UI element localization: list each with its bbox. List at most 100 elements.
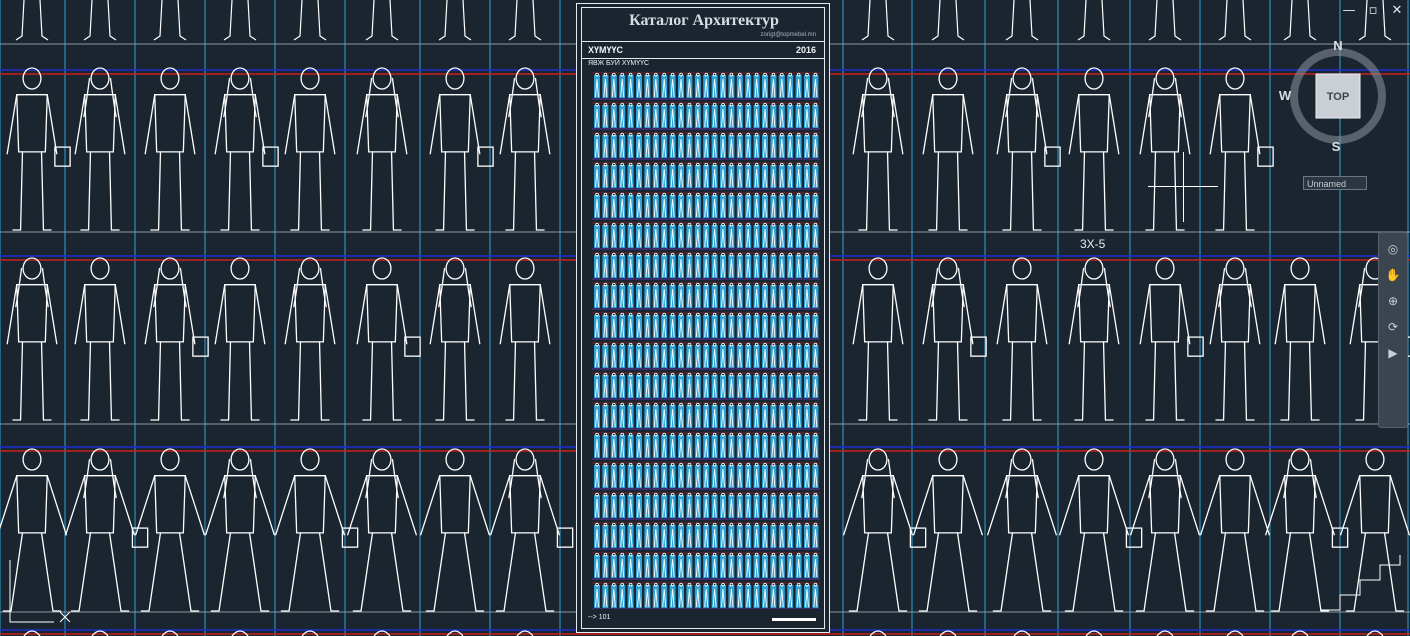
thumb-cell <box>669 285 676 308</box>
thumb-cell <box>753 315 760 338</box>
thumb-cell <box>778 465 785 488</box>
showmotion-icon[interactable]: ▶ <box>1383 343 1403 363</box>
thumb-cell <box>678 105 684 128</box>
thumb-cell <box>678 135 684 158</box>
ucs-menu[interactable]: Unnamed <box>1303 176 1367 190</box>
thumb-cell <box>753 105 760 128</box>
pan-icon[interactable]: ✋ <box>1383 265 1403 285</box>
thumb-cell <box>787 75 794 98</box>
thumb-cell <box>804 435 810 458</box>
thumb-cell <box>602 225 609 248</box>
thumb-cell <box>686 75 693 98</box>
thumb-cell <box>661 555 668 578</box>
thumb-cell <box>644 555 651 578</box>
thumb-cell <box>736 435 743 458</box>
thumb-cell <box>594 165 600 188</box>
thumb-cell <box>652 285 659 308</box>
thumb-cell <box>795 225 802 248</box>
thumb-cell <box>787 405 794 428</box>
compass-west[interactable]: W <box>1279 88 1292 103</box>
close-button[interactable]: ✕ <box>1390 3 1404 18</box>
thumb-cell <box>652 465 659 488</box>
compass-south[interactable]: S <box>1332 139 1341 154</box>
thumb-cell <box>661 345 668 368</box>
thumb-cell <box>778 135 785 158</box>
thumb-cell <box>720 315 726 338</box>
thumb-cell <box>636 135 642 158</box>
window-controls: — ▫ ✕ <box>1342 3 1404 18</box>
thumb-cell <box>770 135 777 158</box>
thumb-cell <box>728 405 735 428</box>
zoom-icon[interactable]: ⊕ <box>1383 291 1403 311</box>
person-figure <box>1200 448 1270 612</box>
thumb-cell <box>753 525 760 548</box>
thumb-cell <box>703 195 710 218</box>
thumb-cell <box>669 195 676 218</box>
person-figure <box>1068 257 1120 421</box>
minimize-button[interactable]: — <box>1342 3 1356 18</box>
thumb-cell <box>703 315 710 338</box>
person-figure <box>1274 257 1326 421</box>
person-figure <box>1209 257 1261 421</box>
thumb-cell <box>720 135 726 158</box>
thumb-cell <box>762 345 768 368</box>
thumb-cell <box>787 225 794 248</box>
thumb-cell <box>602 195 609 218</box>
thumb-cell <box>753 585 760 608</box>
thumb-cell <box>644 585 651 608</box>
thumb-cell <box>711 465 718 488</box>
restore-button[interactable]: ▫ <box>1366 3 1380 18</box>
thumb-cell <box>636 345 642 368</box>
thumb-cell <box>627 195 634 218</box>
thumb-cell <box>652 135 659 158</box>
thumb-cell <box>762 375 768 398</box>
thumb-cell <box>770 495 777 518</box>
thumb-cell <box>787 375 794 398</box>
thumb-cell <box>711 315 718 338</box>
thumb-cell <box>736 345 743 368</box>
thumb-cell <box>795 255 802 278</box>
thumb-cell <box>619 75 626 98</box>
thumb-cell <box>669 585 676 608</box>
person-figure <box>499 257 551 421</box>
thumb-cell <box>644 105 651 128</box>
thumb-cell <box>661 135 668 158</box>
thumb-cell <box>745 75 752 98</box>
sheet-footer: --> 101 <box>588 614 611 621</box>
thumb-cell <box>686 195 693 218</box>
orbit-icon[interactable]: ⟳ <box>1383 317 1403 337</box>
thumb-cell <box>804 225 810 248</box>
thumb-cell <box>644 285 651 308</box>
thumb-cell <box>795 315 802 338</box>
thumb-cell <box>686 555 693 578</box>
thumb-cell <box>644 75 651 98</box>
compass-north[interactable]: N <box>1333 40 1342 53</box>
thumb-cell <box>610 195 617 218</box>
person-figure <box>996 67 1061 231</box>
thumb-cell <box>636 465 642 488</box>
thumb-cell <box>602 585 609 608</box>
sheet-border: Каталог Архитектур zorigt@topmebel.mn ХҮ… <box>581 7 825 629</box>
ucs-icon <box>9 560 71 623</box>
thumb-cell <box>728 585 735 608</box>
thumb-cell <box>652 225 659 248</box>
person-figure <box>1059 448 1143 612</box>
thumb-cell <box>753 465 760 488</box>
thumb-cell <box>762 255 768 278</box>
thumb-cell <box>787 345 794 368</box>
person-figure <box>205 448 275 612</box>
thumb-cell <box>745 495 752 518</box>
thumb-cell <box>795 135 802 158</box>
thumb-cell <box>619 165 626 188</box>
thumb-cell <box>694 465 701 488</box>
thumb-cell <box>787 525 794 548</box>
thumb-cell <box>762 465 768 488</box>
steering-wheel-icon[interactable]: ◎ <box>1383 239 1403 259</box>
thumb-cell <box>703 435 710 458</box>
thumb-cell <box>619 285 626 308</box>
thumb-cell <box>644 225 651 248</box>
catalog-sheet[interactable]: Каталог Архитектур zorigt@topmebel.mn ХҮ… <box>576 3 830 633</box>
thumb-cell <box>711 555 718 578</box>
thumb-cell <box>778 195 785 218</box>
thumb-cell <box>661 405 668 428</box>
